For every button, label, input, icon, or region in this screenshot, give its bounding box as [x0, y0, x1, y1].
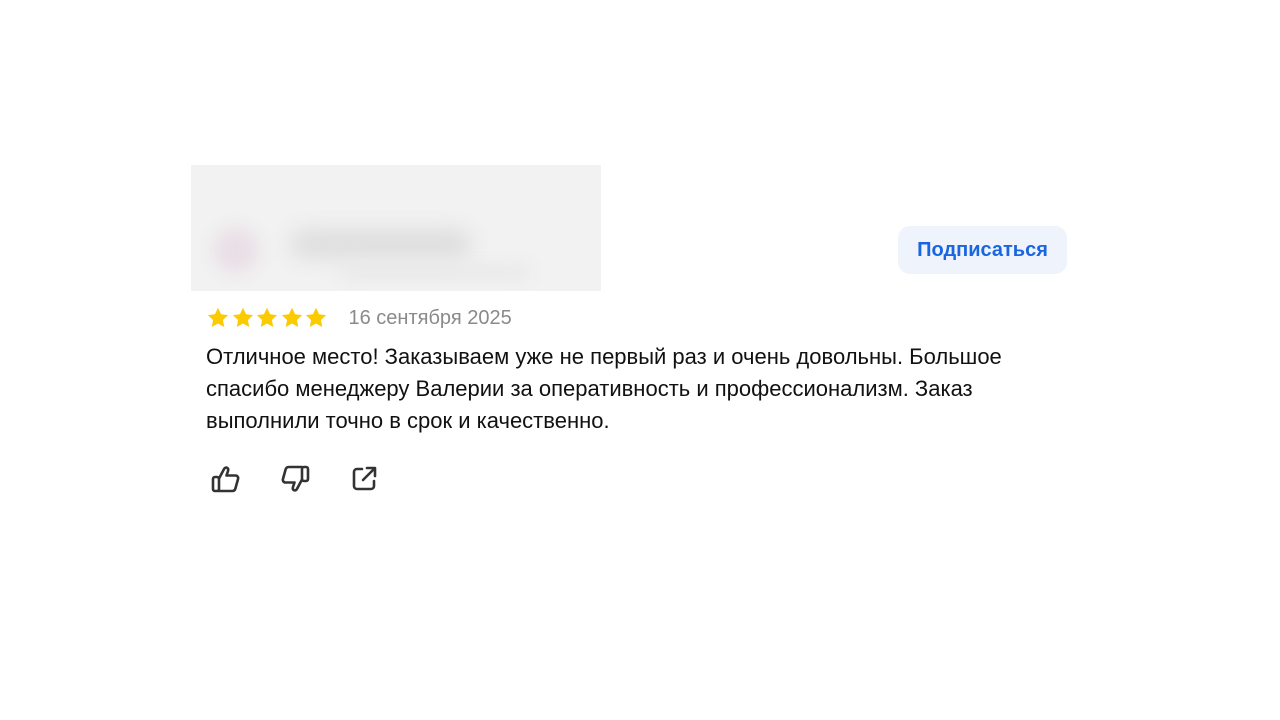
author-info-blurred [191, 165, 601, 291]
author-level-blurred [341, 265, 531, 279]
review-text: Отличное место! Заказываем уже не первый… [206, 344, 1002, 433]
star-icon [206, 306, 230, 330]
dislike-button[interactable] [275, 460, 315, 500]
author-name-blurred [291, 229, 471, 259]
rating-row: 16 сентября 2025 [206, 304, 512, 332]
avatar [213, 227, 259, 273]
review-card: Подписаться 16 сентября 2025 Отличное ме… [0, 0, 1280, 720]
like-button[interactable] [206, 460, 246, 500]
star-icon [255, 306, 279, 330]
review-date: 16 сентября 2025 [348, 306, 512, 329]
star-icon [304, 306, 328, 330]
share-button[interactable] [344, 460, 384, 500]
star-rating [206, 306, 329, 330]
subscribe-button[interactable]: Подписаться [898, 226, 1067, 274]
thumbs-up-icon [209, 462, 243, 499]
review-actions [206, 460, 413, 500]
star-icon [280, 306, 304, 330]
thumbs-down-icon [278, 462, 312, 499]
share-icon [348, 463, 380, 498]
star-icon [231, 306, 255, 330]
